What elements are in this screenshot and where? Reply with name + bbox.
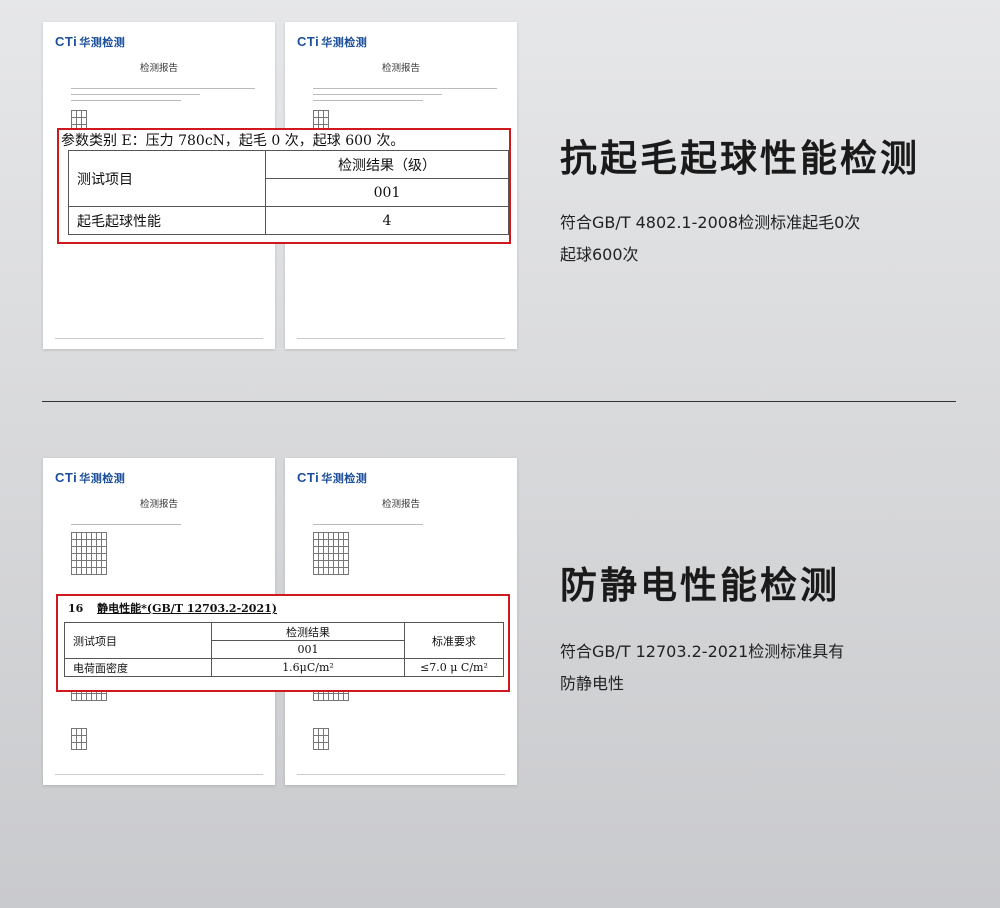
zoom-callout-pilling: 参数类别 E：压力 780cN，起毛 0 次，起球 600 次。 测试项目 检测… <box>57 128 511 244</box>
cti-logo: CTi 华测检测 <box>297 34 368 49</box>
sample-id: 001 <box>265 178 509 207</box>
report-mini-table-static <box>71 728 87 750</box>
report-title: 检测报告 <box>139 63 178 74</box>
row-value: 4 <box>265 206 509 235</box>
desc-line-1: 符合GB/T 4802.1-2008检测标准起毛0次 <box>560 213 861 232</box>
col-test-item: 测试项目 <box>64 622 212 659</box>
report-mini-table <box>313 532 349 575</box>
report-footer <box>297 338 505 341</box>
row-requirement: ≤7.0 μ C/m² <box>404 658 504 677</box>
row-value: 1.6μC/m² <box>211 658 405 677</box>
report-text-lines <box>71 88 255 106</box>
col-test-result: 检测结果 <box>211 622 405 641</box>
section-desc-antistatic: 符合GB/T 12703.2-2021检测标准具有 防静电性 <box>560 636 844 700</box>
report-title: 检测报告 <box>381 499 420 510</box>
col-test-item: 测试项目 <box>68 150 266 207</box>
desc-line-2: 起球600次 <box>560 245 639 264</box>
pilling-result-table: 测试项目 检测结果（级） 001 起毛起球性能 4 <box>68 150 509 235</box>
report-text-lines <box>313 524 497 530</box>
cti-logo: CTi 华测检测 <box>297 470 368 485</box>
report-mini-table <box>71 532 107 575</box>
section-heading-antistatic: 防静电性能检测 <box>560 564 840 607</box>
row-label: 电荷面密度 <box>64 658 212 677</box>
section-divider <box>42 401 956 402</box>
report-mini-table-static <box>313 728 329 750</box>
section-number: 16 <box>68 602 84 615</box>
report-footer <box>55 338 263 341</box>
antistatic-result-table: 测试项目 检测结果 标准要求 001 电荷面密度 1.6μC/m² ≤7.0 μ… <box>64 622 504 677</box>
zoom-callout-antistatic: 16 静电性能*(GB/T 12703.2-2021) 测试项目 检测结果 标准… <box>56 594 510 692</box>
zoom-caption: 参数类别 E：压力 780cN，起毛 0 次，起球 600 次。 <box>61 133 405 149</box>
report-footer <box>297 774 505 777</box>
report-title: 检测报告 <box>381 63 420 74</box>
row-label: 起毛起球性能 <box>68 206 266 235</box>
report-text-lines <box>313 88 497 106</box>
report-title: 检测报告 <box>139 499 178 510</box>
cti-logo: CTi 华测检测 <box>55 470 126 485</box>
zoom-title-row: 16 静电性能*(GB/T 12703.2-2021) <box>68 600 277 616</box>
cti-logo: CTi 华测检测 <box>55 34 126 49</box>
desc-line-1: 符合GB/T 12703.2-2021检测标准具有 <box>560 642 845 661</box>
section-title: 静电性能*(GB/T 12703.2-2021) <box>97 602 277 615</box>
section-desc-pilling: 符合GB/T 4802.1-2008检测标准起毛0次 起球600次 <box>560 207 860 271</box>
section-heading-pilling: 抗起毛起球性能检测 <box>560 137 920 180</box>
report-text-lines <box>71 524 255 530</box>
col-test-result: 检测结果（级） <box>265 150 509 179</box>
sample-id: 001 <box>211 640 405 659</box>
col-requirement: 标准要求 <box>404 622 504 659</box>
desc-line-2: 防静电性 <box>560 674 625 693</box>
report-footer <box>55 774 263 777</box>
